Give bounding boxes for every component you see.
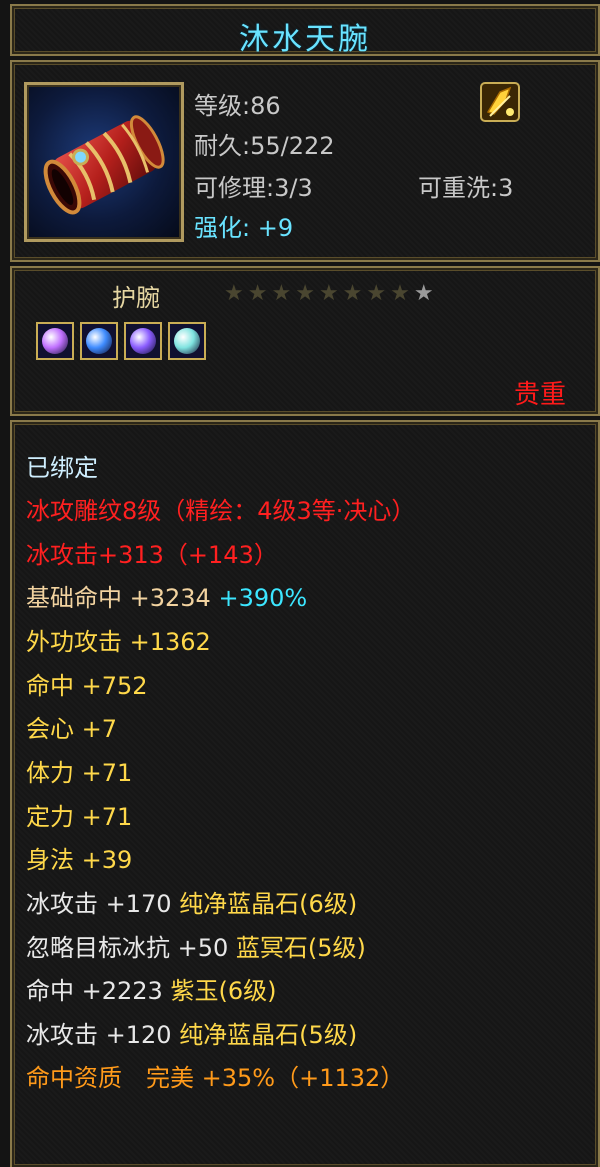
star-filled-icon: ★ [366,281,387,306]
purple-gem-icon[interactable] [124,322,162,360]
agility-line: 身法 +39 [26,846,133,874]
item-durability: 耐久:55/222 [194,132,335,160]
item-level: 等级:86 [194,92,281,120]
bracer-icon [43,115,165,215]
item-icon-frame[interactable] [24,82,184,242]
star-filled-icon: ★ [271,281,292,306]
stamina-line: 体力 +71 [26,759,133,787]
base-hit-value: +3234 [129,584,211,612]
ice-attack-line: 冰攻击+313（+143） [26,541,278,569]
base-hit-line: 基础命中 +3234 +390% [26,582,307,614]
item-info-panel: 等级:86 耐久:55/222 可修理:3/3 可重洗:3 强化: +9 [10,60,600,262]
gem-stat-line: 忽略目标冰抗 +50 蓝冥石(5级) [26,932,366,964]
item-rewash-count: 可重洗:3 [418,174,514,202]
cyan-gem-icon[interactable] [168,322,206,360]
gem-name: 紫玉(6级) [170,977,277,1005]
star-filled-icon: ★ [342,281,363,306]
gem-stat-line: 冰攻击 +120 纯净蓝晶石(5级) [26,1019,357,1051]
ice-gem-icon[interactable] [36,322,74,360]
title-bar: 沐水天腕 [10,4,600,57]
item-enhance: 强化: +9 [194,208,293,243]
star-empty-icon: ★ [413,281,434,306]
base-hit-label: 基础命中 [26,584,122,612]
enhance-label: 强化: [194,214,251,242]
gem-core [42,328,68,354]
focus-line: 定力 +71 [26,803,133,831]
blue-crystal-gem-icon[interactable] [80,322,118,360]
star-filled-icon: ★ [390,281,410,306]
attribute-panel: 已绑定 冰攻雕纹8级（精绘：4级3等·决心） 冰攻击+313（+143） 基础命… [10,420,600,1167]
item-repair-count: 可修理:3/3 [194,174,313,202]
gem-stat-line: 命中 +2223 紫玉(6级) [26,975,276,1007]
base-hit-percent: +390% [218,584,308,612]
gem-core [174,328,200,354]
gem-name: 纯净蓝晶石(5级) [179,1021,358,1049]
star-filled-icon: ★ [318,281,339,306]
gem-stat: 冰攻击 +120 [26,1021,172,1049]
gem-stat-line: 冰攻击 +170 纯净蓝晶石(6级) [26,888,357,920]
item-type-panel: 护腕 ★ ★ ★ ★ ★ ★ ★ ★ ★ 贵重 [10,266,600,416]
hit-line: 命中 +752 [26,672,148,700]
hit-quality-line: 命中资质 完美 +35%（+1132） [26,1064,405,1092]
item-name: 沐水天腕 [239,22,371,57]
gem-core [130,328,156,354]
gem-slots [36,322,206,360]
external-attack-line: 外功攻击 +1362 [26,628,211,656]
weapon-upgrade-icon[interactable] [480,82,520,122]
engrave-line: 冰攻雕纹8级（精绘：4级3等·决心） [26,497,416,525]
gem-core [86,328,112,354]
gem-stat: 忽略目标冰抗 +50 [26,934,229,962]
bound-status: 已绑定 [26,454,98,482]
star-filled-icon: ★ [224,281,244,306]
star-filled-icon: ★ [295,281,315,306]
gem-name: 蓝冥石(5级) [235,934,366,962]
enhance-value: +9 [257,214,294,242]
gem-name: 纯净蓝晶石(6级) [179,890,358,918]
item-rarity: 贵重 [513,380,566,410]
crit-line: 会心 +7 [26,715,118,743]
item-type: 护腕 [112,284,160,312]
star-rating: ★ ★ ★ ★ ★ ★ ★ ★ ★ [224,282,434,306]
gem-stat: 冰攻击 +170 [26,890,172,918]
gem-stat: 命中 +2223 [26,977,163,1005]
star-filled-icon: ★ [247,281,268,306]
